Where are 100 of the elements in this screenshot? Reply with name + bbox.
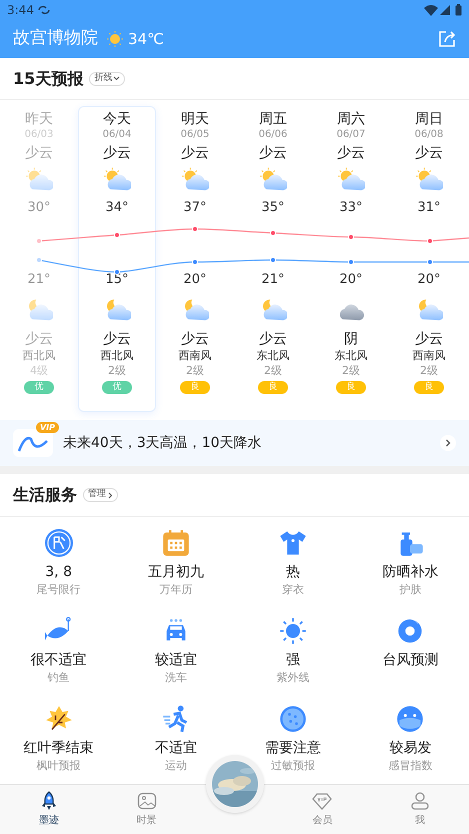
section-title: 生活服务 (13, 484, 77, 506)
wind-direction: 西南风 (178, 348, 212, 363)
day-column[interactable]: 明天 06/05 少云 37° 20° 少云 西南风 2级 良 (156, 106, 234, 412)
wind-direction: 东北风 (334, 348, 368, 363)
pollen-icon[interactable] (279, 705, 308, 733)
sync-icon (38, 5, 50, 15)
calendar-icon[interactable] (162, 529, 190, 557)
service-label: 尾号限行 (36, 583, 81, 597)
typhoon-icon[interactable] (396, 617, 424, 645)
day-name: 明天 (181, 110, 209, 128)
low-temperature: 21° (261, 272, 285, 288)
battery-icon (455, 4, 462, 16)
chart-mode-toggle[interactable]: 折线 (89, 72, 126, 86)
service-value[interactable]: 不适宜 (154, 739, 197, 757)
image-icon (136, 791, 157, 811)
day-date: 06/05 (180, 128, 210, 142)
day-name: 周六 (337, 110, 365, 128)
sun-icon[interactable] (279, 617, 308, 645)
service-value[interactable]: 红叶季结束 (24, 739, 94, 757)
service-label: 感冒指数 (388, 759, 432, 773)
wind-level: 2级 (264, 363, 282, 378)
service-value[interactable]: 防晒补水 (382, 563, 438, 581)
service-label: 运动 (164, 759, 187, 773)
service-value[interactable]: 较易发 (389, 739, 432, 757)
nav-tab[interactable]: 墨迹 (0, 785, 98, 834)
low-temperature: 20° (417, 272, 441, 288)
wind-direction: 西南风 (412, 348, 446, 363)
cloud-sun-icon (259, 166, 287, 192)
service-label: 万年历 (159, 583, 192, 597)
runner-icon[interactable] (162, 705, 190, 733)
day-weather: 少云 (25, 144, 53, 162)
high-temperature: 30° (27, 200, 51, 216)
service-value[interactable]: 需要注意 (265, 739, 322, 757)
air-quality-badge: 优 (102, 381, 132, 394)
high-temperature: 34° (105, 200, 129, 216)
cloud-sun-icon (415, 166, 443, 192)
day-name: 今天 (103, 110, 131, 128)
cloud-sun-icon (25, 166, 53, 192)
forecast-banner[interactable]: VIP 未来40天，3天高温，10天降水 (0, 420, 469, 466)
day-date: 06/08 (414, 128, 444, 142)
service-value[interactable]: 很不适宜 (30, 651, 87, 669)
service-value[interactable]: 热 (286, 563, 300, 581)
wind-level: 2级 (108, 363, 126, 378)
service-label: 枫叶预报 (36, 759, 81, 773)
day-column[interactable]: 周五 06/06 少云 35° 21° 少云 东北风 2级 良 (234, 106, 312, 412)
service-label: 钓鱼 (48, 671, 70, 685)
night-weather: 少云 (415, 330, 443, 348)
cloud-sun-icon (181, 166, 209, 192)
day-weather: 少云 (103, 144, 131, 162)
share-icon[interactable] (438, 30, 456, 48)
high-temperature: 37° (183, 200, 207, 216)
service-value[interactable]: 台风预测 (382, 651, 438, 669)
wind-level: 2级 (342, 363, 360, 378)
day-date: 06/04 (102, 128, 132, 142)
low-temperature: 20° (183, 272, 207, 288)
wifi-icon (424, 4, 438, 16)
cloud-sun-icon (103, 166, 131, 192)
restriction-icon[interactable] (44, 529, 73, 557)
forecast-summary[interactable]: 未来40天，3天高温，10天降水 (63, 432, 262, 454)
night-weather: 阴 (344, 330, 358, 348)
wind-direction: 西北风 (100, 348, 134, 363)
air-quality-badge: 良 (336, 381, 366, 394)
service-value[interactable]: 3, 8 (45, 563, 72, 581)
day-date: 06/07 (336, 128, 366, 142)
cloud-sun-icon (337, 166, 365, 192)
low-temperature: 20° (339, 272, 363, 288)
chevron-right-icon (108, 492, 113, 498)
air-quality-badge: 良 (258, 381, 288, 394)
manage-button[interactable]: 管理 (83, 488, 118, 502)
diamond-icon (312, 791, 332, 811)
service-value[interactable]: 较适宜 (154, 651, 197, 669)
air-quality-badge: 优 (24, 381, 54, 394)
wind-direction: 西北风 (22, 348, 56, 363)
tshirt-icon[interactable] (279, 529, 308, 557)
person-icon (410, 791, 430, 811)
day-weather: 少云 (415, 144, 443, 162)
current-temperature: 34℃ (128, 28, 164, 50)
day-name: 周日 (415, 110, 443, 128)
day-column[interactable]: 周六 06/07 少云 33° 20° 阴 东北风 2级 良 (312, 106, 390, 412)
day-weather: 少云 (181, 144, 209, 162)
day-date: 06/06 (258, 128, 288, 142)
night-weather: 少云 (181, 330, 209, 348)
face-mask-icon[interactable] (396, 705, 424, 733)
night-weather: 少云 (25, 330, 53, 348)
chevron-right-icon[interactable] (440, 435, 456, 451)
service-label: 护肤 (399, 583, 422, 597)
wind-level: 2级 (186, 363, 204, 378)
wind-direction: 东北风 (256, 348, 290, 363)
service-value[interactable]: 五月初九 (148, 563, 204, 581)
trend-icon (13, 429, 53, 457)
day-column[interactable]: 周日 06/08 少云 31° 20° 少云 西南风 2级 良 (390, 106, 468, 412)
day-name: 昨天 (25, 110, 53, 128)
night-weather: 少云 (103, 330, 131, 348)
status-time: 3:44 (7, 2, 34, 19)
high-temperature: 33° (339, 200, 363, 216)
air-quality-badge: 良 (180, 381, 210, 394)
day-weather: 少云 (337, 144, 365, 162)
wind-level: 2级 (420, 363, 438, 378)
service-label: 洗车 (164, 671, 187, 685)
service-value[interactable]: 强 (286, 651, 300, 669)
